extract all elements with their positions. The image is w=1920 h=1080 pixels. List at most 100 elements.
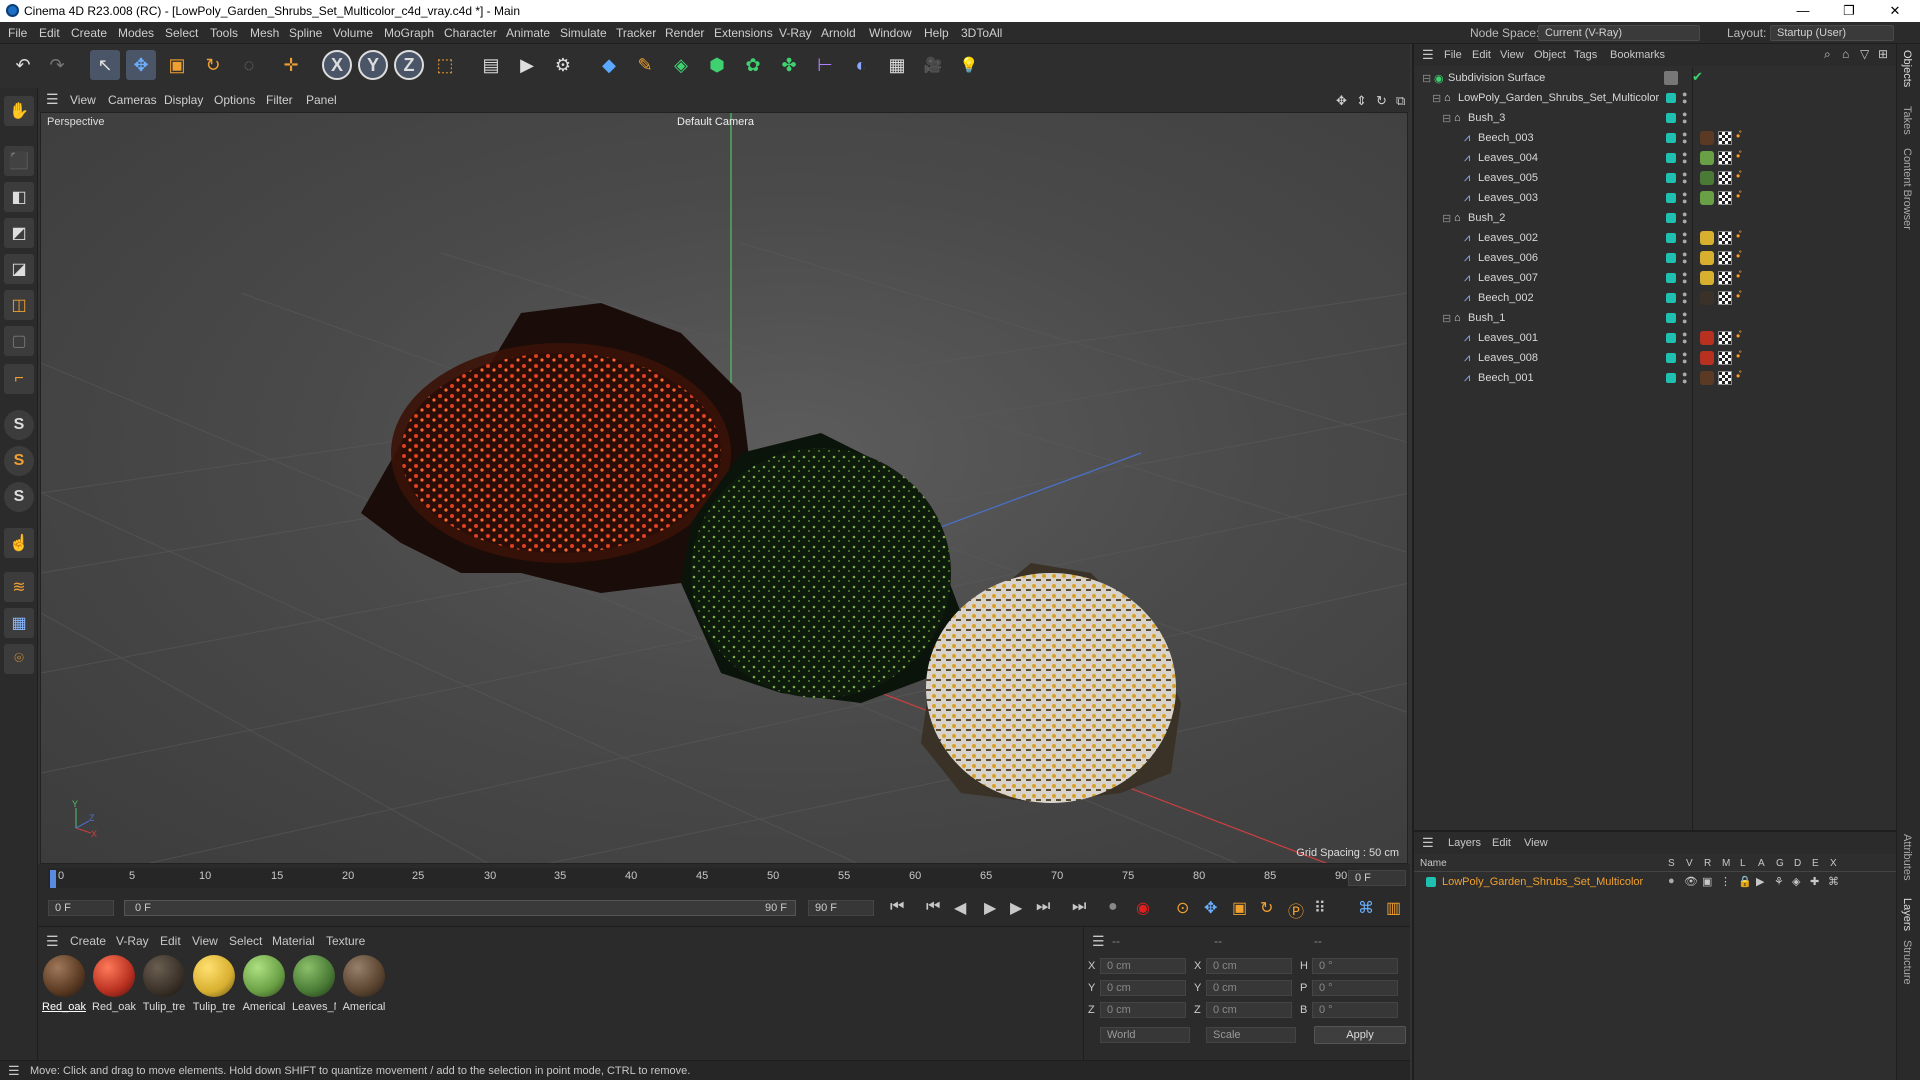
rotate-tool-icon[interactable]: ↻ (198, 50, 228, 80)
material-tag-icon[interactable] (1700, 331, 1714, 345)
timeline-ruler[interactable]: 0 5 10 15 20 25 30 35 40 45 50 55 60 65 … (48, 868, 1358, 888)
layer-manager-icon[interactable]: ⋮ (1720, 875, 1731, 888)
position-y-field[interactable]: 0 cm (1100, 980, 1186, 996)
layer-menu-layers[interactable]: Layers (1448, 837, 1481, 849)
layer-render-icon[interactable]: ▣ (1702, 875, 1712, 888)
menu-vray[interactable]: V-Ray (779, 26, 812, 40)
obj-menu-file[interactable]: File (1444, 49, 1462, 61)
collapse-icon[interactable]: ⊟ (1442, 112, 1451, 125)
layer-deformers-icon[interactable]: ◈ (1792, 875, 1800, 888)
menu-volume[interactable]: Volume (333, 26, 373, 40)
enabled-check-icon[interactable]: ✔ (1692, 69, 1703, 85)
layer-visible-icon[interactable]: 👁 (1684, 875, 1698, 888)
tree-row-bush3[interactable]: ⊟ ⌂ Bush_3 ● ● (1414, 108, 1898, 128)
viewport-menu-panel[interactable]: Panel (306, 93, 337, 107)
object-name[interactable]: Subdivision Surface (1448, 72, 1545, 84)
layer-color-icon[interactable] (1666, 233, 1676, 243)
material-tag-icon[interactable] (1700, 371, 1714, 385)
layer-lock-icon[interactable]: 🔒 (1738, 875, 1752, 888)
menu-edit[interactable]: Edit (39, 26, 60, 40)
visibility-dots-icon[interactable]: ● ● (1682, 370, 1687, 386)
position-x-field[interactable]: 0 cm (1100, 958, 1186, 974)
polygons-mode-icon[interactable]: ◫ (4, 290, 34, 320)
scale-tool-icon[interactable]: ▣ (162, 50, 192, 80)
grab-icon[interactable]: ✋ (4, 96, 34, 126)
uvw-tag-icon[interactable] (1718, 191, 1732, 205)
tab-attributes[interactable]: Attributes (1901, 834, 1913, 880)
object-name[interactable]: Leaves_005 (1478, 172, 1538, 184)
key-rotation-icon[interactable]: ↻ (1260, 898, 1273, 918)
viewport-camera-label[interactable]: Default Camera (677, 116, 754, 128)
mat-menu-edit[interactable]: Edit (160, 934, 181, 948)
material-swatch[interactable]: Americal (242, 955, 286, 1013)
snap-icon[interactable]: S (4, 410, 34, 440)
layer-xref-icon[interactable]: ⌘ (1828, 875, 1839, 888)
obj-menu-bookmarks[interactable]: Bookmarks (1610, 49, 1665, 61)
next-key-icon[interactable]: ⏭ (1036, 898, 1050, 916)
layer-color-icon[interactable] (1666, 293, 1676, 303)
field-icon[interactable]: ⊢ (810, 50, 840, 80)
menu-character[interactable]: Character (444, 26, 497, 40)
redo-icon[interactable]: ↷ (42, 50, 72, 80)
close-button[interactable]: ✕ (1872, 0, 1918, 22)
material-tag-icon[interactable] (1700, 251, 1714, 265)
vray-tag-icon[interactable]: •̊ (1736, 190, 1746, 205)
subdivision-icon[interactable]: ◈ (666, 50, 696, 80)
uvw-tag-icon[interactable] (1718, 231, 1732, 245)
object-name[interactable]: Beech_002 (1478, 292, 1534, 304)
material-tag-icon[interactable] (1700, 231, 1714, 245)
material-swatch[interactable]: Americal (342, 955, 386, 1013)
viewport-menu-display[interactable]: Display (164, 93, 203, 107)
layer-color-icon[interactable] (1666, 273, 1676, 283)
workplane-grid-icon[interactable]: ≋ (4, 572, 34, 602)
menu-select[interactable]: Select (165, 26, 198, 40)
layer-generators-icon[interactable]: ⚘ (1774, 875, 1784, 888)
cloner-icon[interactable]: ✿ (738, 50, 768, 80)
current-frame-field[interactable]: 0 F (1348, 870, 1406, 886)
tree-row-leaves005[interactable]: ⩘ Leaves_005 ● ● •̊ (1414, 168, 1898, 188)
collapse-icon[interactable]: ⊟ (1442, 212, 1451, 225)
floor-icon[interactable]: ▦ (882, 50, 912, 80)
obj-menu-view[interactable]: View (1500, 49, 1524, 61)
vray-tag-icon[interactable]: •̊ (1736, 170, 1746, 185)
z-axis-lock-icon[interactable]: Z (394, 50, 424, 80)
menu-tracker[interactable]: Tracker (616, 26, 656, 40)
layer-color-icon[interactable] (1666, 333, 1676, 343)
object-name[interactable]: Leaves_002 (1478, 232, 1538, 244)
layer-name[interactable]: LowPoly_Garden_Shrubs_Set_Multicolor (1442, 876, 1643, 888)
viewport-menu-cameras[interactable]: Cameras (108, 93, 157, 107)
timeline-icon[interactable]: ▥ (1386, 898, 1401, 918)
3d-viewport[interactable]: Perspective Default Camera Y Z X Grid Sp… (40, 112, 1408, 864)
frame-range-slider[interactable]: 0 F 90 F (124, 900, 796, 916)
object-name[interactable]: Leaves_008 (1478, 352, 1538, 364)
vray-tag-icon[interactable]: •̊ (1736, 350, 1746, 365)
hair-icon[interactable]: ◐ (846, 50, 876, 80)
layers-hamburger-icon[interactable]: ☰ (1422, 835, 1434, 851)
visibility-dots-icon[interactable]: ● ● (1682, 330, 1687, 346)
material-hamburger-icon[interactable]: ☰ (46, 933, 59, 950)
tree-row-leaves006[interactable]: ⩘ Leaves_006 ● ● •̊ (1414, 248, 1898, 268)
material-tag-icon[interactable] (1700, 271, 1714, 285)
vray-tag-icon[interactable]: •̊ (1736, 370, 1746, 385)
object-name[interactable]: Bush_1 (1468, 312, 1505, 324)
playhead[interactable] (50, 870, 56, 888)
quantize-icon[interactable]: S (4, 482, 34, 512)
apply-button[interactable]: Apply (1314, 1026, 1406, 1044)
uv-mode-icon[interactable]: ▢ (4, 326, 34, 356)
viewport-maximize-icon[interactable]: ⧉ (1396, 93, 1405, 109)
collapse-icon[interactable]: ⊟ (1432, 92, 1441, 105)
material-swatch[interactable]: Tulip_tre (192, 955, 236, 1013)
maximize-button[interactable]: ❐ (1826, 0, 1872, 22)
uvw-tag-icon[interactable] (1718, 351, 1732, 365)
menu-extensions[interactable]: Extensions (714, 26, 773, 40)
model-mode-icon[interactable]: ⬛ (4, 146, 34, 176)
obj-menu-edit[interactable]: Edit (1472, 49, 1491, 61)
render-settings-icon[interactable]: ⚙ (548, 50, 578, 80)
status-hamburger-icon[interactable]: ☰ (8, 1063, 20, 1079)
visibility-dots-icon[interactable]: ● ● (1682, 110, 1687, 126)
menu-animate[interactable]: Animate (506, 26, 550, 40)
tree-row-beech002[interactable]: ⩘ Beech_002 ● ● •̊ (1414, 288, 1898, 308)
material-tag-icon[interactable] (1700, 351, 1714, 365)
tree-row-leaves002[interactable]: ⩘ Leaves_002 ● ● •̊ (1414, 228, 1898, 248)
render-view-icon[interactable]: ▶ (512, 50, 542, 80)
